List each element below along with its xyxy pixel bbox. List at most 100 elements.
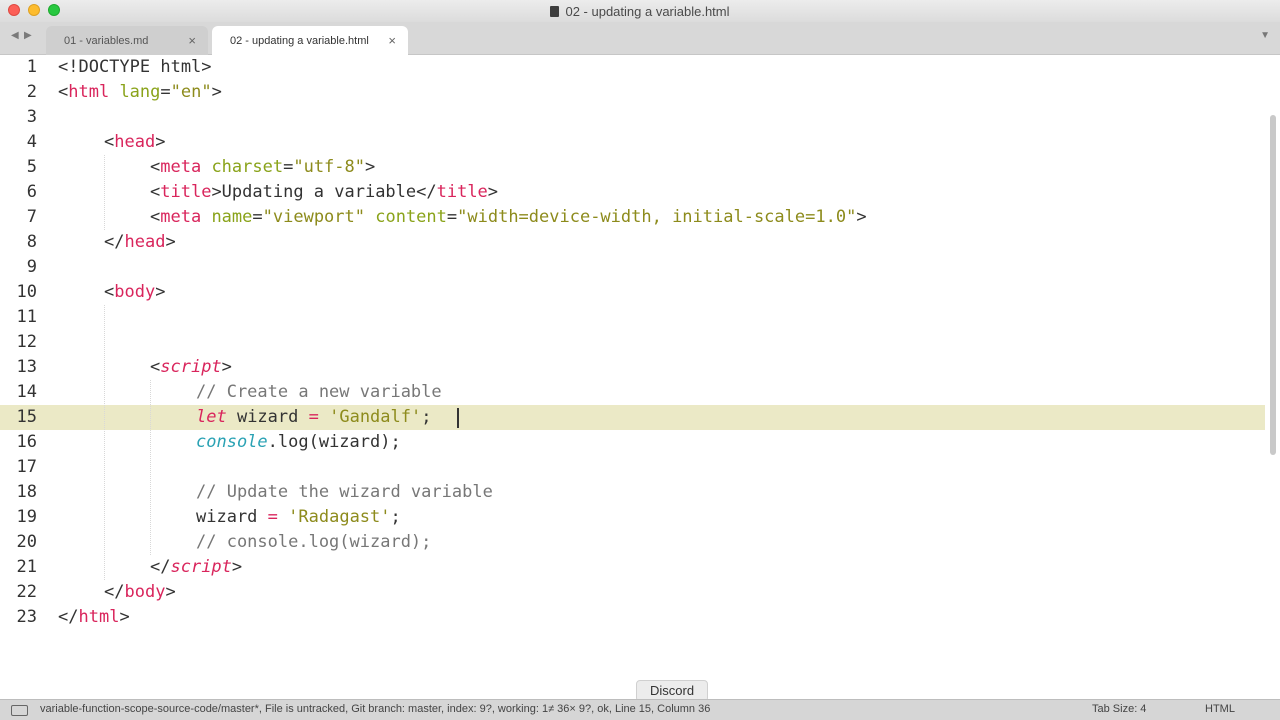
window-title-group: 02 - updating a variable.html [0, 0, 1280, 22]
token-string: "utf-8" [293, 157, 365, 177]
line-number: 14 [16, 382, 37, 402]
code-line-7[interactable]: <meta name="viewport" content="width=dev… [150, 205, 867, 230]
code-line-2[interactable]: <html lang="en"> [58, 80, 222, 105]
line-number: 11 [16, 307, 37, 327]
token-tag: body [124, 582, 166, 602]
token-punc: < [104, 282, 115, 302]
code-line-15[interactable]: let wizard = 'Gandalf'; [196, 405, 431, 430]
token-punc: < [150, 357, 161, 377]
tab-size-selector[interactable]: Tab Size: 4 [1092, 703, 1146, 715]
line-number-gutter: 1 2 3 4 5 6 7 8 9 10 11 12 13 14 15 16 1… [0, 55, 50, 699]
close-icon[interactable]: × [188, 33, 196, 48]
token-punc: > [211, 82, 222, 102]
tab-bar: ◀ ▶ 01 - variables.md × 02 - updating a … [0, 22, 1280, 55]
line-number: 23 [16, 607, 37, 627]
code-line-22[interactable]: </body> [104, 580, 176, 605]
token-punc: </ [104, 232, 125, 252]
chevron-down-icon[interactable]: ▼ [1260, 30, 1270, 41]
nav-forward-icon[interactable]: ▶ [24, 30, 32, 41]
vertical-scrollbar[interactable] [1270, 115, 1276, 455]
token-operator: = [308, 407, 319, 427]
token-punc: </ [58, 607, 79, 627]
current-line-highlight [0, 405, 1265, 430]
line-number: 22 [16, 582, 37, 602]
window-title: 02 - updating a variable.html [565, 3, 730, 19]
syntax-selector[interactable]: HTML [1205, 703, 1235, 715]
doctype-token: <!DOCTYPE html> [58, 57, 212, 77]
document-icon [550, 5, 560, 17]
code-line-21[interactable]: </script> [150, 555, 242, 580]
line-number: 18 [16, 482, 37, 502]
token-attr: charset [201, 157, 284, 177]
line-number: 17 [16, 457, 37, 477]
token-punc: < [58, 82, 69, 102]
token-tag: body [114, 282, 156, 302]
token-punc: > [155, 132, 166, 152]
tab-updating-variable-html[interactable]: 02 - updating a variable.html × [212, 26, 408, 55]
code-line-13[interactable]: <script> [150, 355, 232, 380]
panel-toggle-icon[interactable] [11, 705, 28, 716]
token-string: "width=device-width, initial-scale=1.0" [457, 207, 857, 227]
line-number: 1 [26, 57, 37, 77]
tab-label: 02 - updating a variable.html [230, 34, 369, 47]
line-number: 5 [26, 157, 37, 177]
line-number: 8 [26, 232, 37, 252]
line-number: 7 [26, 207, 37, 227]
token-punc: = [252, 207, 263, 227]
token-string: "viewport" [262, 207, 365, 227]
tab-variables-md[interactable]: 01 - variables.md × [46, 26, 208, 55]
nav-back-icon[interactable]: ◀ [11, 30, 19, 41]
line-number: 3 [26, 107, 37, 127]
token-attr: content [365, 207, 447, 227]
code-line-10[interactable]: <body> [104, 280, 165, 305]
token-support: console [196, 432, 268, 452]
token-punc: > [119, 607, 130, 627]
code-line-1[interactable]: <!DOCTYPE html> [58, 55, 212, 80]
code-line-4[interactable]: <head> [104, 130, 165, 155]
indent-guide [104, 155, 105, 230]
line-number: 4 [26, 132, 37, 152]
close-icon[interactable]: × [388, 33, 396, 48]
token-punc: > [165, 582, 176, 602]
token-punc: = [283, 157, 294, 177]
code-line-16[interactable]: console.log(wizard); [196, 430, 401, 455]
line-number: 16 [16, 432, 37, 452]
token-punc: > [487, 182, 499, 202]
line-number: 10 [16, 282, 37, 302]
token-tag: head [124, 232, 166, 252]
code-line-5[interactable]: <meta charset="utf-8"> [150, 155, 375, 180]
code-line-14[interactable]: // Create a new variable [196, 380, 442, 405]
code-line-19[interactable]: wizard = 'Radagast'; [196, 505, 401, 530]
status-text: variable-function-scope-source-code/mast… [40, 703, 711, 715]
line-number: 12 [16, 332, 37, 352]
code-line-8[interactable]: </head> [104, 230, 176, 255]
token-operator: = [267, 507, 278, 527]
editor-window: 02 - updating a variable.html ◀ ▶ 01 - v… [0, 0, 1280, 720]
token-text: >Updating a variable</ [211, 182, 437, 202]
token-punc: < [150, 157, 161, 177]
token-identifier: wizard [226, 407, 309, 427]
token-keyword: let [196, 407, 227, 427]
token-punc: > [365, 157, 376, 177]
token-punc: </ [104, 582, 125, 602]
tab-label: 01 - variables.md [64, 34, 149, 47]
token-tag: script [170, 557, 232, 577]
token-string: "en" [170, 82, 212, 102]
code-line-18[interactable]: // Update the wizard variable [196, 480, 493, 505]
token-punc: < [150, 207, 161, 227]
title-bar: 02 - updating a variable.html [0, 0, 1280, 22]
token-comment: // Update the wizard variable [196, 482, 493, 502]
code-editor[interactable]: 1 2 3 4 5 6 7 8 9 10 11 12 13 14 15 16 1… [0, 55, 1280, 699]
token-identifier: wizard [196, 507, 268, 527]
token-comment: // console.log(wizard); [196, 532, 432, 552]
code-line-6[interactable]: <title>Updating a variable</title> [150, 180, 498, 205]
token-attr: name [201, 207, 253, 227]
line-number: 2 [26, 82, 37, 102]
token-tag: html [68, 82, 110, 102]
token-punc: > [856, 207, 867, 227]
code-line-23[interactable]: </html> [58, 605, 130, 630]
code-line-20[interactable]: // console.log(wizard); [196, 530, 431, 555]
token-punc: ; [390, 507, 401, 527]
token-call: .log(wizard); [267, 432, 401, 452]
